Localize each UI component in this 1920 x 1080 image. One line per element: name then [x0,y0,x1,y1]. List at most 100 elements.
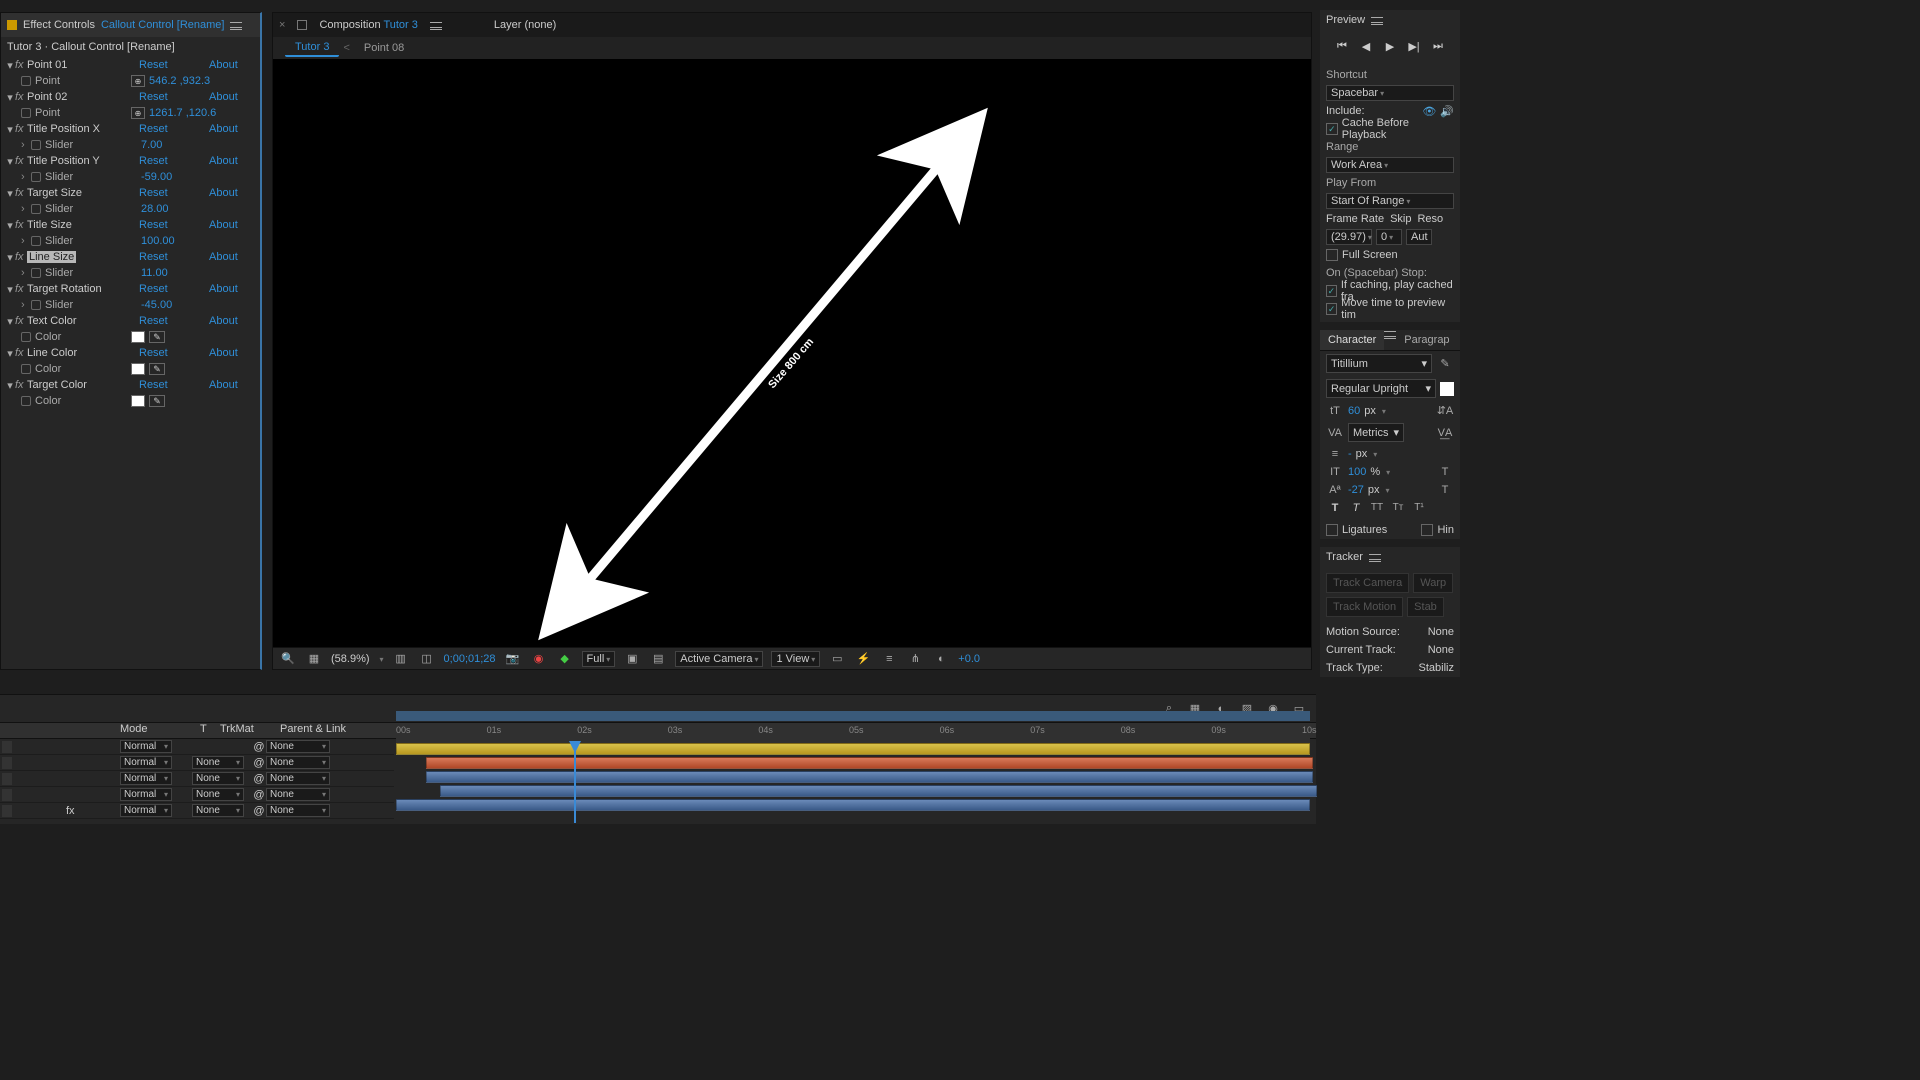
layer-row[interactable]: Normal None @ None [0,771,394,787]
reset-button[interactable]: Reset [139,187,168,199]
eyedropper-icon[interactable]: ✎ [149,331,165,343]
pickwhip-icon[interactable]: @ [252,773,266,785]
playhead[interactable] [574,743,576,823]
smallcaps-button[interactable]: Tᴛ [1389,502,1407,518]
effect-sub-slider[interactable]: › Slider -45.00 [1,297,260,313]
value[interactable]: -59.00 [141,171,172,183]
audio-icon[interactable]: 🔊 [1440,105,1454,118]
fx-badge-icon[interactable]: fx [15,251,27,263]
stroke-value[interactable]: - [1348,448,1352,460]
stopwatch-icon[interactable] [21,396,31,406]
cache-checkbox[interactable] [1326,123,1338,135]
about-button[interactable]: About [209,283,238,295]
effect-sub-slider[interactable]: › Slider 28.00 [1,201,260,217]
effect-target-size[interactable]: ▾ fx Target Size Reset About [1,185,260,201]
about-button[interactable]: About [209,219,238,231]
flow-tab-tutor3[interactable]: Tutor 3 [285,39,339,57]
timecode[interactable]: 0;00;01;28 [444,653,496,665]
layer-row[interactable]: Normal None @ None [0,787,394,803]
reso-field[interactable]: Aut [1406,229,1432,245]
reset-button[interactable]: Reset [139,251,168,263]
skip-field[interactable]: 0 [1376,229,1402,245]
hindi-checkbox[interactable] [1421,524,1433,536]
vscale-value[interactable]: 100 [1348,466,1366,478]
pickwhip-icon[interactable]: @ [252,741,266,753]
effect-sub-slider[interactable]: › Slider 7.00 [1,137,260,153]
trkmat-select[interactable]: None [192,788,244,801]
zoom-level[interactable]: (58.9%) [331,653,370,665]
mode-select[interactable]: Normal [120,788,172,801]
eyedropper-icon[interactable]: ✎ [149,395,165,407]
mode-select[interactable]: Normal [120,804,172,817]
parent-select[interactable]: None [266,804,330,817]
effect-line-color[interactable]: ▾ fx Line Color Reset About [1,345,260,361]
twirl-icon[interactable]: ▾ [5,347,15,360]
panel-menu-icon[interactable] [1371,16,1383,25]
pixel-aspect-icon[interactable]: ▭ [828,651,846,667]
fx-badge-icon[interactable]: fx [15,347,27,359]
track-camera-button[interactable]: Track Camera [1326,573,1409,593]
motion-source-value[interactable]: None [1428,626,1454,638]
solo-toggle[interactable] [13,757,23,769]
grid-icon[interactable]: ▥ [392,651,410,667]
eyedropper-icon[interactable]: ✎ [149,363,165,375]
trkmat-select[interactable]: None [192,756,244,769]
play-button[interactable]: ▶ [1382,38,1398,54]
stopwatch-icon[interactable] [21,364,31,374]
camera-select[interactable]: Active Camera [675,651,763,667]
point-picker-icon[interactable]: ⊕ [131,75,145,87]
effect-target-color[interactable]: ▾ fx Target Color Reset About [1,377,260,393]
about-button[interactable]: About [209,123,238,135]
preview-header[interactable]: Preview [1320,10,1460,30]
prev-frame-button[interactable]: ◀ [1358,38,1374,54]
trkmat-select[interactable]: None [192,804,244,817]
first-frame-button[interactable]: ⏮ [1334,38,1350,54]
eye-toggle[interactable] [2,805,12,817]
stopwatch-icon[interactable] [21,76,31,86]
reset-button[interactable]: Reset [139,219,168,231]
about-button[interactable]: About [209,315,238,327]
solo-toggle[interactable] [13,741,23,753]
paragraph-tab[interactable]: Paragrap [1396,330,1457,350]
italic-button[interactable]: T [1347,502,1365,518]
channel-icon[interactable]: ◉ [530,651,548,667]
layer-row[interactable]: fx Normal None @ None [0,803,394,819]
layer-bar[interactable] [426,771,1313,783]
twirl-icon[interactable]: ▾ [5,219,15,232]
kerning-select[interactable]: Metrics▾ [1348,423,1404,442]
pickwhip-icon[interactable]: @ [252,757,266,769]
fx-badge-icon[interactable]: fx [15,283,27,295]
solo-toggle[interactable] [13,805,23,817]
fill-color-swatch[interactable] [1440,382,1454,396]
stopwatch-icon[interactable] [21,332,31,342]
solo-toggle[interactable] [13,773,23,785]
effect-sub-color[interactable]: Color ✎ [1,361,260,377]
point-picker-icon[interactable]: ⊕ [131,107,145,119]
fx-badge-icon[interactable]: fx [15,155,27,167]
fast-preview-icon[interactable]: ⚡ [854,651,872,667]
twirl-icon[interactable]: ▾ [5,91,15,104]
transparency-icon[interactable]: ▤ [649,651,667,667]
about-button[interactable]: About [209,91,238,103]
eye-toggle[interactable] [2,789,12,801]
reset-button[interactable]: Reset [139,315,168,327]
fx-badge-icon[interactable]: fx [15,379,27,391]
bold-button[interactable]: T [1326,502,1344,518]
stopwatch-icon[interactable] [31,268,41,278]
value[interactable]: 100.00 [141,235,175,247]
baseline-value[interactable]: -27 [1348,484,1364,496]
pickwhip-icon[interactable]: @ [252,789,266,801]
twirl-icon[interactable]: ▾ [5,187,15,200]
lock-toggle[interactable] [24,773,34,785]
range-select[interactable]: Work Area [1326,157,1454,173]
mode-select[interactable]: Normal [120,740,172,753]
twirl-icon[interactable]: ▾ [5,155,15,168]
twirl-icon[interactable]: ▾ [5,251,15,264]
next-frame-button[interactable]: ▶| [1406,38,1422,54]
stabilize-button[interactable]: Stab [1407,597,1444,617]
fx-badge-icon[interactable]: fx [15,91,27,103]
twirl-icon[interactable]: ▾ [5,283,15,296]
snapshot-icon[interactable]: 📷 [504,651,522,667]
lock-toggle[interactable] [24,741,34,753]
lock-toggle[interactable] [24,789,34,801]
